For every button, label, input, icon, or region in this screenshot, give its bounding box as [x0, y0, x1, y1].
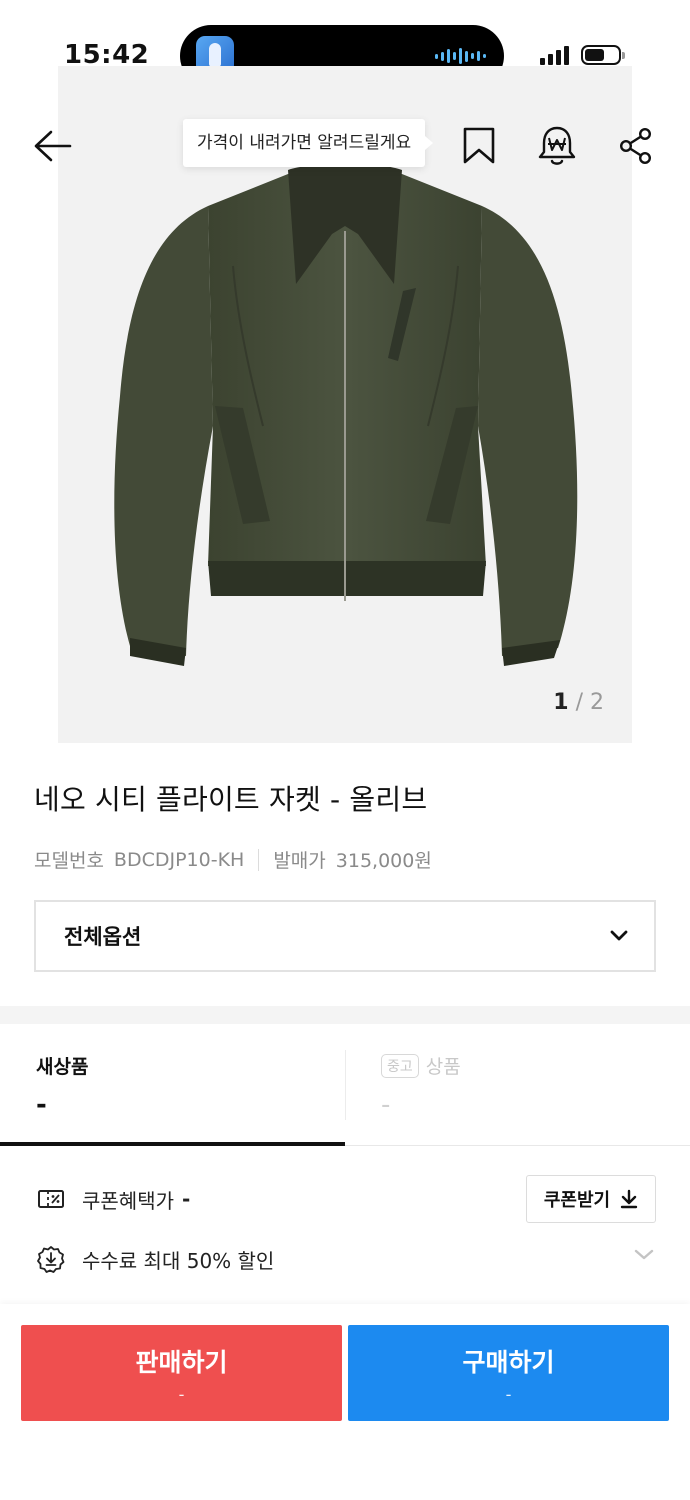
- coupon-price-row: 쿠폰혜택가 -: [36, 1180, 190, 1218]
- get-coupon-label: 쿠폰받기: [543, 1190, 611, 1211]
- model-number-value: BDCDJP10-KH: [113, 848, 245, 871]
- sell-button-label: 판매하기: [135, 1348, 228, 1377]
- buy-button[interactable]: 구매하기 -: [348, 1325, 669, 1421]
- price-alert-button[interactable]: [533, 122, 581, 170]
- release-price-label: 발매가: [273, 850, 326, 872]
- price-alert-bell-icon: [538, 126, 576, 165]
- section-divider: [0, 1006, 690, 1024]
- tab-used-product[interactable]: 중고 상품 -: [345, 1024, 690, 1146]
- bookmark-button[interactable]: [455, 122, 503, 170]
- battery-icon: [581, 45, 625, 65]
- price-drop-tooltip: 가격이 내려가면 알려드릴게요: [183, 119, 434, 167]
- image-page-indicator: 1 / 2: [553, 690, 604, 715]
- download-icon: [620, 1189, 638, 1209]
- option-select[interactable]: 전체옵션: [34, 900, 656, 972]
- fee-discount-row[interactable]: 수수료 최대 50% 할인: [36, 1240, 274, 1278]
- back-button[interactable]: [28, 122, 76, 170]
- fee-discount-text: 수수료 최대 50% 할인: [82, 1248, 275, 1273]
- tab-used-label: 상품: [425, 1056, 461, 1078]
- coupon-price-label: 쿠폰혜택가: [82, 1188, 174, 1213]
- sell-button[interactable]: 판매하기 -: [21, 1325, 342, 1421]
- product-title: 네오 시티 플라이트 자켓 - 올리브: [34, 783, 428, 816]
- sell-button-price: -: [178, 1385, 185, 1404]
- share-button[interactable]: [612, 122, 660, 170]
- chevron-down-icon[interactable]: [634, 1249, 654, 1261]
- share-icon: [619, 127, 652, 165]
- audio-wave-icon: [435, 48, 486, 64]
- model-number-label: 모델번호: [34, 850, 104, 872]
- back-arrow-icon: [34, 130, 72, 162]
- buy-button-label: 구매하기: [462, 1348, 555, 1377]
- used-badge: 중고: [381, 1053, 419, 1078]
- get-coupon-button[interactable]: 쿠폰받기: [526, 1175, 656, 1223]
- coupon-icon: [36, 1184, 66, 1214]
- tab-new-product[interactable]: 새상품 -: [0, 1024, 345, 1146]
- tab-used-label-wrap: 중고 상품: [381, 1052, 461, 1079]
- bookmark-icon: [463, 127, 495, 164]
- tab-new-price: -: [36, 1090, 47, 1120]
- tab-active-indicator: [0, 1142, 345, 1146]
- buy-button-price: -: [505, 1385, 512, 1404]
- product-meta: 모델번호 BDCDJP10-KH 발매가 315,000원: [34, 846, 432, 873]
- chevron-down-icon: [610, 930, 628, 941]
- fee-discount-icon: [36, 1244, 66, 1274]
- meta-divider: [258, 848, 260, 871]
- tab-new-label: 새상품: [36, 1056, 89, 1078]
- cellular-signal-icon: [540, 46, 569, 65]
- release-price-value: 315,000원: [335, 850, 432, 872]
- option-select-label: 전체옵션: [64, 925, 142, 949]
- tab-used-price: -: [381, 1090, 391, 1120]
- coupon-price-value: -: [182, 1187, 191, 1211]
